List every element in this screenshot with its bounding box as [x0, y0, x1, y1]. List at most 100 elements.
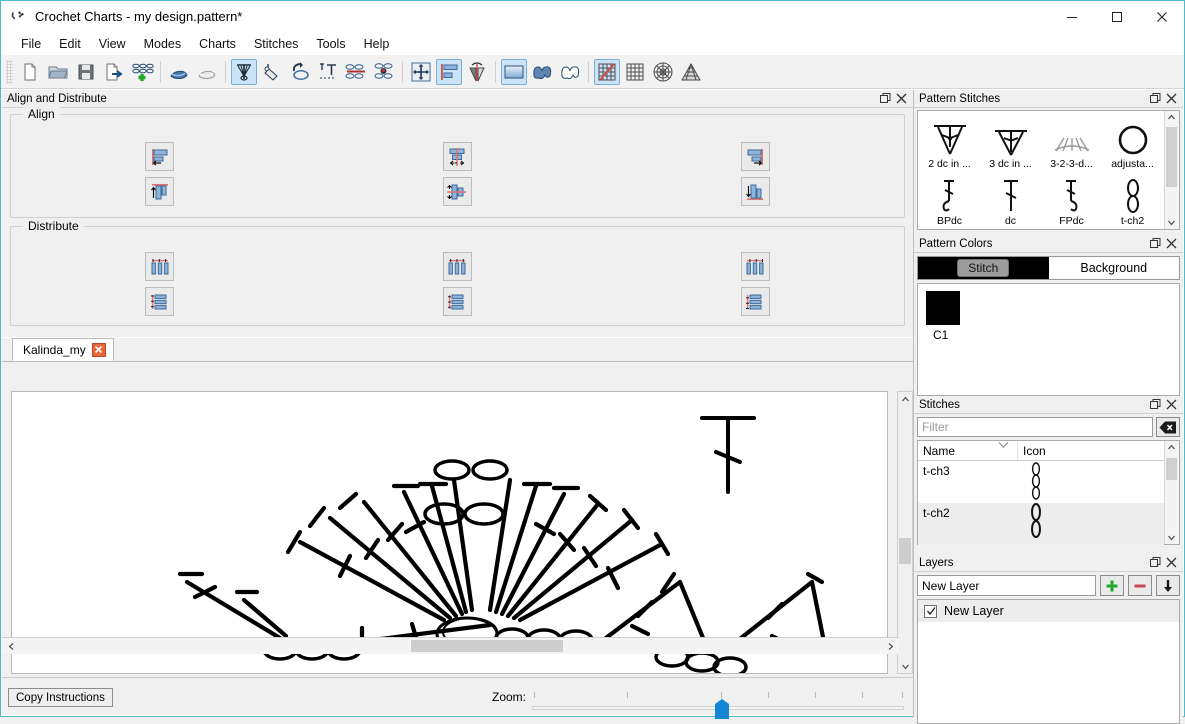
stitch-tool-button[interactable] — [231, 58, 257, 85]
distribute-top-button[interactable] — [145, 287, 175, 316]
open-file-button[interactable] — [45, 59, 71, 85]
pattern-stitch-item[interactable]: dc — [980, 170, 1041, 227]
close-button[interactable] — [1139, 1, 1184, 32]
float-panel-icon[interactable] — [1149, 237, 1162, 250]
align-center-vertical-button[interactable] — [442, 177, 472, 206]
menu-tools[interactable]: Tools — [307, 34, 354, 54]
float-panel-icon[interactable] — [1149, 556, 1162, 569]
color-fill-tool-button[interactable] — [259, 59, 285, 85]
float-panel-icon[interactable] — [879, 92, 892, 105]
align-right-button[interactable] — [740, 142, 770, 171]
toolbar-grip[interactable] — [6, 59, 13, 84]
align-center-horizontal-button[interactable] — [442, 142, 472, 171]
close-icon[interactable] — [895, 92, 908, 105]
chain-marker-button[interactable] — [371, 59, 397, 85]
chevron-up-icon[interactable] — [1165, 111, 1178, 124]
distribute-left-button[interactable] — [145, 252, 175, 281]
menu-file[interactable]: File — [12, 34, 50, 54]
zoom-slider[interactable] — [532, 687, 904, 719]
add-chart-button[interactable] — [129, 59, 155, 85]
close-icon[interactable] — [1165, 556, 1178, 569]
align-panel-button[interactable] — [436, 58, 462, 85]
chain-tool-button[interactable] — [343, 59, 369, 85]
distribute-right-button[interactable] — [740, 252, 770, 281]
mirror-tool-button[interactable] — [464, 59, 490, 85]
chevron-right-icon[interactable] — [883, 639, 897, 653]
chevron-up-icon[interactable] — [898, 392, 912, 406]
column-header-name[interactable]: Name — [918, 441, 1018, 460]
scrollbar-thumb[interactable] — [411, 640, 563, 652]
distribute-center-h-button[interactable] — [442, 252, 472, 281]
move-layer-down-button[interactable] — [1156, 575, 1180, 596]
minimize-button[interactable] — [1049, 1, 1094, 32]
distribute-bottom-button[interactable] — [740, 287, 770, 316]
scrollbar-thumb[interactable] — [899, 538, 911, 564]
chart-canvas[interactable] — [11, 391, 888, 674]
align-left-button[interactable] — [145, 142, 175, 171]
chevron-down-icon[interactable] — [1165, 216, 1178, 229]
zoom-slider-handle[interactable] — [715, 699, 729, 719]
scrollbar-thumb[interactable] — [1166, 458, 1177, 480]
menu-edit[interactable]: Edit — [50, 34, 90, 54]
new-document-button[interactable] — [17, 59, 43, 85]
pattern-stitch-item[interactable]: 2 dc in ... — [919, 113, 980, 170]
chart-tab[interactable]: Kalinda_my — [12, 338, 114, 361]
blob-outline-button[interactable] — [557, 59, 583, 85]
pattern-stitch-item[interactable]: t-ch2 — [1102, 170, 1163, 227]
column-header-icon[interactable]: Icon — [1018, 441, 1164, 460]
close-icon[interactable] — [1165, 92, 1178, 105]
maximize-button[interactable] — [1094, 1, 1139, 32]
chevron-down-icon[interactable] — [1165, 531, 1178, 544]
menu-help[interactable]: Help — [355, 34, 399, 54]
pattern-stitch-item[interactable]: FPdc — [1041, 170, 1102, 227]
layer-visibility-checkbox[interactable] — [924, 604, 937, 618]
canvas-horizontal-scrollbar[interactable] — [2, 637, 899, 654]
table-row[interactable]: t-ch2 — [918, 503, 1164, 545]
close-icon[interactable] — [1165, 398, 1178, 411]
tab-background-color[interactable]: Background — [1048, 257, 1179, 279]
menu-modes[interactable]: Modes — [135, 34, 191, 54]
stitch-filter-input[interactable] — [917, 417, 1153, 437]
grid-off-button[interactable] — [594, 58, 620, 85]
export-button[interactable] — [101, 59, 127, 85]
pattern-stitch-item[interactable]: BPdc — [919, 170, 980, 227]
float-panel-icon[interactable] — [1149, 92, 1162, 105]
redo-button[interactable] — [194, 59, 220, 85]
round-chart-button[interactable] — [650, 59, 676, 85]
tab-stitch-color[interactable]: Stitch — [918, 257, 1049, 279]
rectangle-chart-button[interactable] — [501, 58, 527, 85]
distribute-center-v-button[interactable] — [442, 287, 472, 316]
clear-filter-icon[interactable] — [1156, 417, 1180, 437]
list-item[interactable]: New Layer — [918, 600, 1179, 622]
chevron-down-icon[interactable] — [898, 659, 912, 673]
insert-text-button[interactable] — [315, 59, 341, 85]
chevron-up-icon[interactable] — [1165, 441, 1178, 454]
undo-button[interactable] — [166, 59, 192, 85]
rotate-tool-button[interactable] — [287, 59, 313, 85]
remove-layer-button[interactable] — [1128, 575, 1152, 596]
blob-filled-button[interactable] — [529, 59, 555, 85]
pattern-stitch-item[interactable]: adjusta... — [1102, 113, 1163, 170]
pattern-stitches-scrollbar[interactable] — [1164, 111, 1179, 229]
menu-view[interactable]: View — [90, 34, 135, 54]
canvas-vertical-scrollbar[interactable] — [897, 391, 913, 674]
menu-charts[interactable]: Charts — [190, 34, 245, 54]
pattern-stitch-item[interactable]: 3 dc in ... — [980, 113, 1041, 170]
scrollbar-thumb[interactable] — [1166, 127, 1177, 187]
align-bottom-button[interactable] — [740, 177, 770, 206]
color-swatch[interactable] — [926, 291, 960, 325]
copy-instructions-button[interactable]: Copy Instructions — [8, 688, 113, 707]
layer-name-input[interactable] — [917, 575, 1096, 596]
close-icon[interactable] — [91, 342, 106, 357]
add-layer-button[interactable] — [1100, 575, 1124, 596]
chevron-left-icon[interactable] — [4, 639, 18, 653]
move-tool-button[interactable] — [408, 59, 434, 85]
menu-stitches[interactable]: Stitches — [245, 34, 307, 54]
grid-on-button[interactable] — [622, 59, 648, 85]
align-top-button[interactable] — [145, 177, 175, 206]
stitches-scrollbar[interactable] — [1164, 441, 1179, 544]
table-row[interactable]: t-ch3 — [918, 461, 1164, 503]
pattern-stitch-item[interactable]: 3-2-3-d... — [1041, 113, 1102, 170]
float-panel-icon[interactable] — [1149, 398, 1162, 411]
save-button[interactable] — [73, 59, 99, 85]
